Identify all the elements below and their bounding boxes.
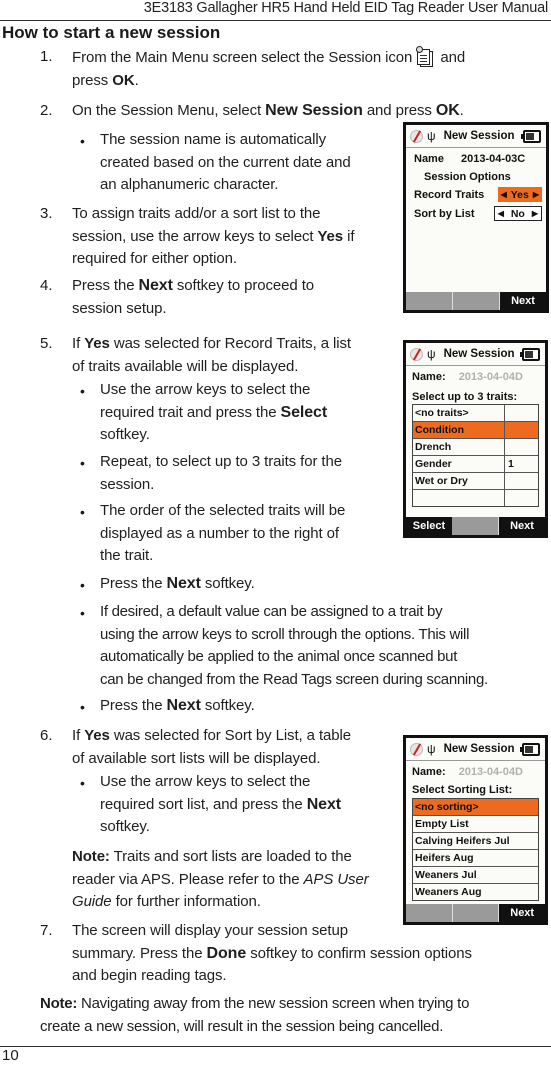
usb-icon: ψ <box>427 347 436 361</box>
softkey-next[interactable]: Next <box>499 904 545 922</box>
bullet-press-next-2: Press the Next softkey. <box>100 697 255 714</box>
sort-list-row-selected[interactable]: <no sorting> <box>413 799 538 816</box>
bullet-marker: • <box>80 504 85 520</box>
battery-icon <box>520 742 540 756</box>
no-signal-icon <box>410 347 423 361</box>
step-2-text: On the Session Menu, select New Session … <box>72 102 464 119</box>
no-signal-icon <box>410 742 423 756</box>
step-7-number: 7. <box>40 922 53 939</box>
softkey-select[interactable]: Select <box>406 517 452 535</box>
softkey-middle[interactable] <box>452 517 499 535</box>
right-arrow-icon: ▶ <box>532 190 539 199</box>
record-traits-selector[interactable]: ◀ Yes ▶ <box>497 187 542 202</box>
sort-by-list-selector[interactable]: ◀ No ▶ <box>493 206 542 221</box>
page-number: 10 <box>2 1047 19 1064</box>
trait-row[interactable] <box>413 490 538 506</box>
trait-row[interactable]: Gender 1 <box>413 456 538 473</box>
header-divider <box>0 20 551 21</box>
step-2-number: 2. <box>40 102 53 119</box>
device-title-bar: ψ New Session <box>406 125 546 148</box>
device-screenshot-select-sorting: ψ New Session Name: 2013-04-04D Select S… <box>403 735 548 925</box>
sort-list-row[interactable]: Empty List <box>413 816 538 833</box>
softkey-bar: Next <box>406 292 546 310</box>
device-screenshot-session-options: ψ New Session Name 2013-04-03C Session O… <box>403 122 549 313</box>
bullet-repeat: Repeat, to select up to 3 traits for the… <box>100 453 342 493</box>
sort-by-list-row[interactable]: Sort by List ◀ No ▶ <box>414 206 542 221</box>
device-screen: ψ New Session Name: 2013-04-04D Select u… <box>406 343 545 535</box>
bullet-select-sort: Use the arrow keys to select the require… <box>100 773 341 835</box>
sort-list-row[interactable]: Calving Heifers Jul <box>413 833 538 850</box>
note-navigate: Note: Navigating away from the new sessi… <box>40 995 470 1035</box>
session-name-row: Name: 2013-04-04D <box>412 766 523 778</box>
device-title-bar: ψ New Session <box>406 343 545 366</box>
sorting-table: <no sorting> Empty List Calving Heifers … <box>412 798 539 901</box>
sort-list-row[interactable]: Weaners Jul <box>413 867 538 884</box>
step-6-number: 6. <box>40 727 53 744</box>
bullet-marker: • <box>80 133 85 149</box>
step-3-text: To assign traits add/or a sort list to t… <box>72 205 355 267</box>
step-7-text: The screen will display your session set… <box>72 922 472 984</box>
softkey-left[interactable] <box>406 904 453 922</box>
softkey-bar: Next <box>406 904 545 922</box>
softkey-next[interactable]: Next <box>500 292 546 310</box>
step-1-number: 1. <box>40 48 53 65</box>
document-header-title: 3E3183 Gallagher HR5 Hand Held EID Tag R… <box>143 0 548 16</box>
trait-row[interactable]: Drench <box>413 439 538 456</box>
device-screenshot-select-traits: ψ New Session Name: 2013-04-04D Select u… <box>403 340 548 538</box>
record-traits-row[interactable]: Record Traits ◀ Yes ▶ <box>414 187 542 202</box>
traits-table: <no traits> Condition Drench Gender 1 Wet… <box>412 404 539 507</box>
softkey-middle[interactable] <box>452 904 500 922</box>
battery-icon <box>520 347 540 361</box>
bullet-default-value: If desired, a default value can be assig… <box>100 603 488 688</box>
bullet-order: The order of the selected traits will be… <box>100 502 346 564</box>
softkey-middle[interactable] <box>453 292 500 310</box>
battery-icon <box>521 129 541 143</box>
step-6-text: If Yes was selected for Sort by List, a … <box>72 727 351 767</box>
trait-row[interactable]: Wet or Dry <box>413 473 538 490</box>
right-arrow-icon: ▶ <box>531 209 538 218</box>
device-title-bar: ψ New Session <box>406 738 545 761</box>
bullet-marker: • <box>80 577 85 593</box>
no-signal-icon <box>410 129 423 143</box>
left-arrow-icon: ◀ <box>497 209 504 218</box>
step-3-number: 3. <box>40 205 53 222</box>
bullet-marker: • <box>80 605 85 621</box>
trait-row[interactable]: <no traits> <box>413 405 538 422</box>
session-icon <box>416 46 434 67</box>
left-arrow-icon: ◀ <box>500 190 507 199</box>
session-name-row: Name 2013-04-03C <box>414 153 526 165</box>
bullet-select-trait: Use the arrow keys to select the require… <box>100 381 328 443</box>
bullet-press-next-1: Press the Next softkey. <box>100 575 255 592</box>
sort-list-row[interactable]: Weaners Aug <box>413 884 538 900</box>
step-4-text: Press the Next softkey to proceed to ses… <box>72 277 315 317</box>
usb-icon: ψ <box>427 129 436 143</box>
step-4-number: 4. <box>40 277 53 294</box>
softkey-next[interactable]: Next <box>499 517 545 535</box>
section-title: How to start a new session <box>2 23 221 42</box>
session-options-heading: Session Options <box>424 171 511 183</box>
footer-divider <box>0 1046 551 1047</box>
note-aps: Note: Traits and sort lists are loaded t… <box>72 848 369 910</box>
bullet-marker: • <box>80 775 85 791</box>
step-1-text: From the Main Menu screen select the Ses… <box>72 46 542 92</box>
step-5-number: 5. <box>40 335 53 352</box>
step-5-text: If Yes was selected for Record Traits, a… <box>72 335 351 375</box>
softkey-bar: Select Next <box>406 517 545 535</box>
device-screen: ψ New Session Name: 2013-04-04D Select S… <box>406 738 545 922</box>
sort-list-row[interactable]: Heifers Aug <box>413 850 538 867</box>
bullet-session-name: The session name is automatically create… <box>100 131 351 193</box>
sorting-prompt: Select Sorting List: <box>412 784 513 796</box>
softkey-left[interactable] <box>406 292 453 310</box>
bullet-marker: • <box>80 383 85 399</box>
bullet-marker: • <box>80 455 85 471</box>
session-name-row: Name: 2013-04-04D <box>412 371 523 383</box>
device-screen: ψ New Session Name 2013-04-03C Session O… <box>406 125 546 310</box>
trait-row-selected[interactable]: Condition <box>413 422 538 439</box>
bullet-marker: • <box>80 699 85 715</box>
usb-icon: ψ <box>427 742 436 756</box>
traits-prompt: Select up to 3 traits: <box>412 391 518 403</box>
